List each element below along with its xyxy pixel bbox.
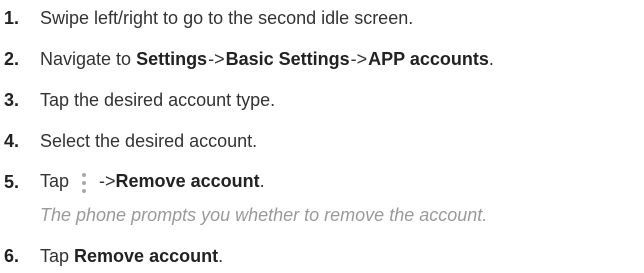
arrow-separator: -> <box>99 171 116 192</box>
step-text: Select the desired account. <box>40 130 258 151</box>
more-vertical-icon <box>79 172 89 193</box>
step-2: 2. Navigate to Settings->Basic Settings-… <box>0 45 494 73</box>
step-text-prefix: Navigate to <box>40 48 137 69</box>
step-text: Swipe left/right to go to the second idl… <box>40 7 414 28</box>
step-number: 2. <box>4 48 20 69</box>
step-text: Tap Remove account. <box>40 246 223 267</box>
menu-app-accounts: APP accounts <box>368 48 489 69</box>
step-4: 4. Select the desired account. <box>0 127 257 155</box>
step-number: 3. <box>4 89 20 110</box>
step-6: 6. Tap Remove account. <box>0 242 223 270</box>
menu-basic-settings: Basic Settings <box>225 48 350 69</box>
arrow-separator: -> <box>208 48 225 69</box>
step-1: 1. Swipe left/right to go to the second … <box>0 4 413 32</box>
step-text: Navigate to Settings->Basic Settings->AP… <box>40 49 494 70</box>
remove-account-label: Remove account <box>74 245 219 266</box>
step-number: 6. <box>4 245 20 266</box>
step-text-prefix: Tap <box>40 171 70 192</box>
step-5-note: The phone prompts you whether to remove … <box>40 204 488 225</box>
remove-account-label: Remove account <box>115 171 260 192</box>
arrow-separator: -> <box>350 48 368 69</box>
instruction-steps: 1. Swipe left/right to go to the second … <box>0 0 644 273</box>
step-number: 1. <box>4 7 20 28</box>
period: . <box>218 245 224 266</box>
step-text: Tap ->Remove account. <box>40 171 265 193</box>
step-3: 3. Tap the desired account type. <box>0 86 275 114</box>
period: . <box>259 171 265 192</box>
step-text-prefix: Tap <box>40 245 75 266</box>
period: . <box>488 48 494 69</box>
step-5: 5. Tap ->Remove account. <box>0 168 265 196</box>
step-number: 4. <box>4 130 20 151</box>
menu-settings: Settings <box>136 48 208 69</box>
step-number: 5. <box>4 171 20 192</box>
step-text: Tap the desired account type. <box>40 89 276 110</box>
